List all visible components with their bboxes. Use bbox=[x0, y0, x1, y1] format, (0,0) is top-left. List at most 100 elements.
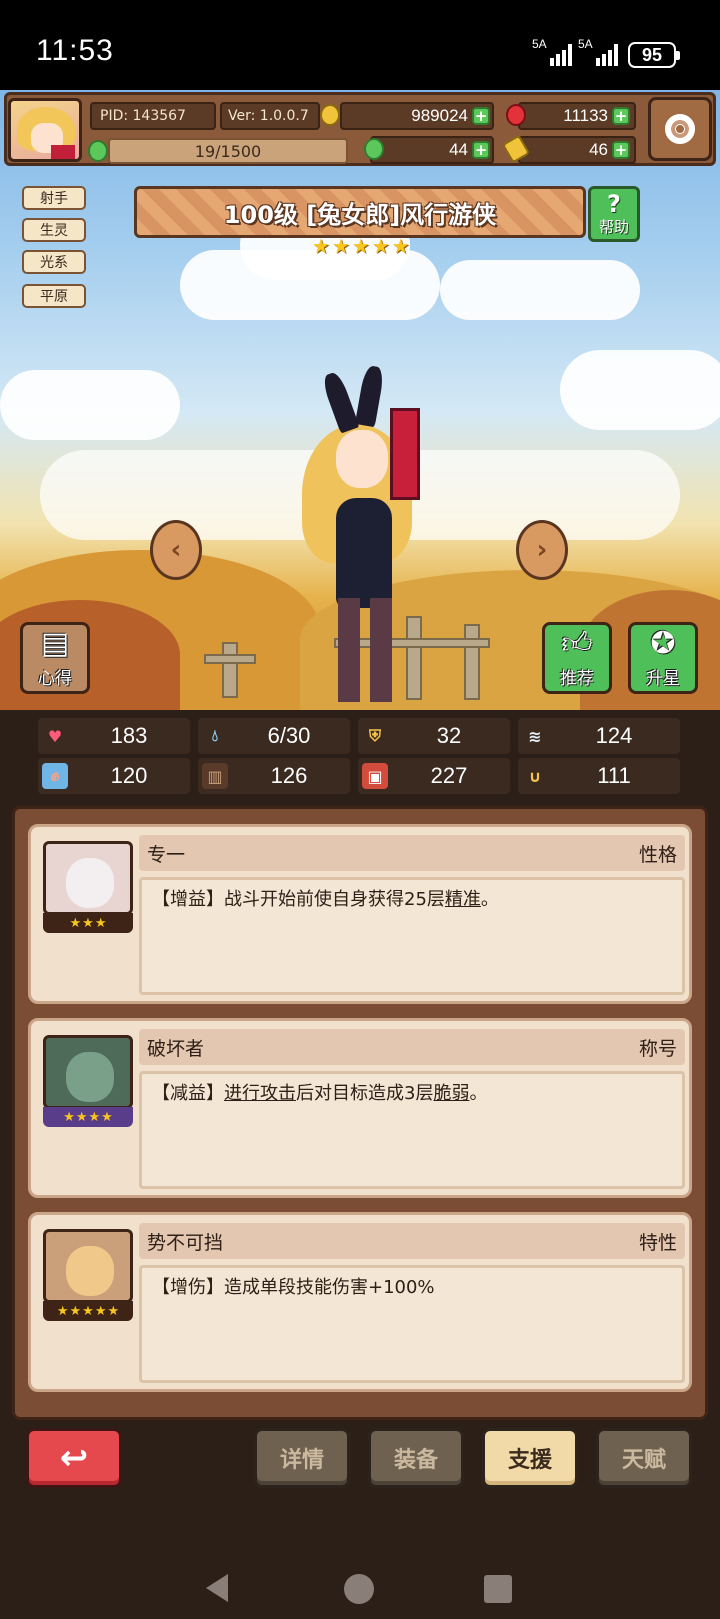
trait-description: 【减益】进行攻击后对目标造成3层脆弱。 bbox=[139, 1071, 685, 1189]
trait-star-rating: ★ ★ ★ ★ ★ bbox=[43, 1301, 133, 1321]
shield-icon: ⛨ bbox=[368, 726, 381, 745]
star-icon: ★ bbox=[63, 1109, 75, 1125]
trait-category: 称号 bbox=[638, 1037, 677, 1060]
heart-icon: ♥ bbox=[47, 726, 63, 746]
star-icon: ★ bbox=[351, 234, 370, 258]
gear-icon bbox=[665, 114, 695, 144]
trait-header: 势不可挡 特性 bbox=[139, 1223, 685, 1259]
recommend-button[interactable]: 👍︎ 推荐 bbox=[542, 622, 612, 694]
star-icon: ★ bbox=[312, 234, 330, 258]
trait-category: 特性 bbox=[638, 1231, 677, 1254]
next-hero-button[interactable]: › bbox=[516, 520, 568, 580]
add-gold-button[interactable]: + bbox=[472, 107, 490, 125]
trait-description: 【增益】战斗开始前使自身获得25层精准。 bbox=[139, 877, 685, 995]
trait-portrait bbox=[43, 841, 133, 915]
add-key-button[interactable]: + bbox=[612, 141, 630, 159]
notebook-icon: ▤ bbox=[40, 626, 70, 661]
prev-hero-button[interactable]: ‹ bbox=[150, 520, 202, 580]
trait-portrait bbox=[43, 1229, 133, 1303]
keyword-link[interactable]: 精准 bbox=[445, 889, 481, 910]
star-icon: ★ bbox=[75, 1109, 88, 1125]
star-badge-icon: ✪ bbox=[650, 626, 676, 661]
wing-icon: ≋ bbox=[528, 726, 542, 746]
stat-resist: ∪ 111 bbox=[518, 758, 680, 794]
trait-star-rating: ★ ★ ★ ★ bbox=[43, 1107, 133, 1127]
key-amount: 46 bbox=[589, 140, 608, 159]
fist-icon: ✊︎ bbox=[42, 763, 68, 789]
book-icon: ▥ bbox=[202, 763, 228, 789]
add-gem-button[interactable]: + bbox=[612, 107, 630, 125]
game-version: Ver: 1.0.0.7 bbox=[220, 102, 320, 130]
arrow-right-icon: › bbox=[536, 535, 548, 565]
nav-recents-icon[interactable] bbox=[484, 1575, 512, 1603]
clover-exp-icon bbox=[88, 140, 108, 162]
clover-amount: 44 bbox=[449, 140, 468, 159]
trait-card[interactable]: ★ ★ ★ ★ ★ 势不可挡 特性 【增伤】造成单段技能伤害+100% bbox=[28, 1212, 692, 1392]
gem-amount: 11133 bbox=[563, 106, 608, 125]
stat-attack: ✊︎ 120 bbox=[38, 758, 190, 794]
ruby-gem-icon bbox=[506, 104, 526, 126]
magnet-icon: ∪ bbox=[528, 766, 542, 786]
back-button[interactable]: ↩ bbox=[26, 1428, 122, 1488]
hero-title: 100级 [兔女郎]风行游侠 bbox=[134, 186, 586, 238]
gold-coin-icon bbox=[320, 104, 340, 126]
return-arrow-icon: ↩ bbox=[59, 1438, 89, 1478]
star-icon: ★ bbox=[56, 1303, 69, 1319]
status-bar: 11:53 5A 5A 95 bbox=[0, 0, 720, 90]
star-up-button[interactable]: ✪ 升星 bbox=[628, 622, 698, 694]
star-icon: ★ bbox=[94, 1303, 107, 1319]
tab-talent[interactable]: 天赋 bbox=[596, 1428, 692, 1488]
water-drop-icon: 💧︎ bbox=[211, 726, 219, 745]
gold-amount: 989024 bbox=[411, 106, 468, 125]
trait-name: 破坏者 bbox=[147, 1037, 205, 1060]
tab-support[interactable]: 支援 bbox=[482, 1428, 578, 1488]
star-icon: ★ bbox=[331, 234, 350, 258]
star-icon: ★ bbox=[69, 915, 82, 931]
tag-class: 射手 bbox=[22, 186, 86, 210]
trait-portrait bbox=[43, 1035, 133, 1109]
tab-details[interactable]: 详情 bbox=[254, 1428, 350, 1488]
stat-defense: ⛨ 32 bbox=[358, 718, 510, 754]
hero-star-rating: ★ ★ ★ ★ ★ bbox=[312, 236, 410, 256]
keyword-link[interactable]: 进行攻击 bbox=[224, 1083, 296, 1104]
trait-star-rating: ★ ★ ★ bbox=[43, 913, 133, 933]
exp-bar: 19/1500 bbox=[108, 138, 348, 164]
signal-icon: 5A bbox=[532, 38, 572, 66]
hero-character-sprite bbox=[296, 364, 436, 710]
star-icon: ★ bbox=[94, 915, 107, 931]
question-mark-icon: ? bbox=[607, 190, 621, 218]
trait-card[interactable]: ★ ★ ★ 专一 性格 【增益】战斗开始前使自身获得25层精准。 bbox=[28, 824, 692, 1004]
trait-name: 专一 bbox=[147, 843, 186, 866]
battery-icon: 95 bbox=[628, 42, 680, 68]
scroll-icon: ▣ bbox=[362, 763, 388, 789]
nav-home-icon[interactable] bbox=[344, 1574, 374, 1604]
help-button[interactable]: ? 帮助 bbox=[588, 186, 640, 242]
signal-icon: 5A bbox=[578, 38, 618, 66]
tag-element: 光系 bbox=[22, 250, 86, 274]
star-icon: ★ bbox=[391, 234, 410, 258]
clock: 11:53 bbox=[36, 34, 114, 67]
trait-card[interactable]: ★ ★ ★ ★ 破坏者 称号 【减益】进行攻击后对目标造成3层脆弱。 bbox=[28, 1018, 692, 1198]
tab-equipment[interactable]: 装备 bbox=[368, 1428, 464, 1488]
player-id: PID: 143567 bbox=[90, 102, 216, 130]
nav-back-icon[interactable] bbox=[206, 1574, 228, 1602]
stat-speed: ≋ 124 bbox=[518, 718, 680, 754]
star-icon: ★ bbox=[69, 1303, 82, 1319]
trait-category: 性格 bbox=[638, 843, 677, 866]
keyword-link[interactable]: 脆弱 bbox=[433, 1083, 469, 1104]
trait-name: 势不可挡 bbox=[147, 1231, 224, 1254]
star-icon: ★ bbox=[88, 1109, 101, 1125]
settings-button[interactable] bbox=[648, 97, 712, 161]
trait-header: 专一 性格 bbox=[139, 835, 685, 871]
insight-button[interactable]: ▤ 心得 bbox=[20, 622, 90, 694]
thumbs-up-icon: 👍︎ bbox=[561, 626, 593, 661]
star-icon: ★ bbox=[107, 1303, 120, 1319]
trait-header: 破坏者 称号 bbox=[139, 1029, 685, 1065]
player-avatar[interactable] bbox=[8, 98, 82, 162]
tag-race: 生灵 bbox=[22, 218, 86, 242]
arrow-left-icon: ‹ bbox=[170, 535, 182, 565]
star-icon: ★ bbox=[371, 234, 390, 258]
star-icon: ★ bbox=[82, 1303, 94, 1319]
add-clover-button[interactable]: + bbox=[472, 141, 490, 159]
stat-magic: ▥ 126 bbox=[198, 758, 350, 794]
